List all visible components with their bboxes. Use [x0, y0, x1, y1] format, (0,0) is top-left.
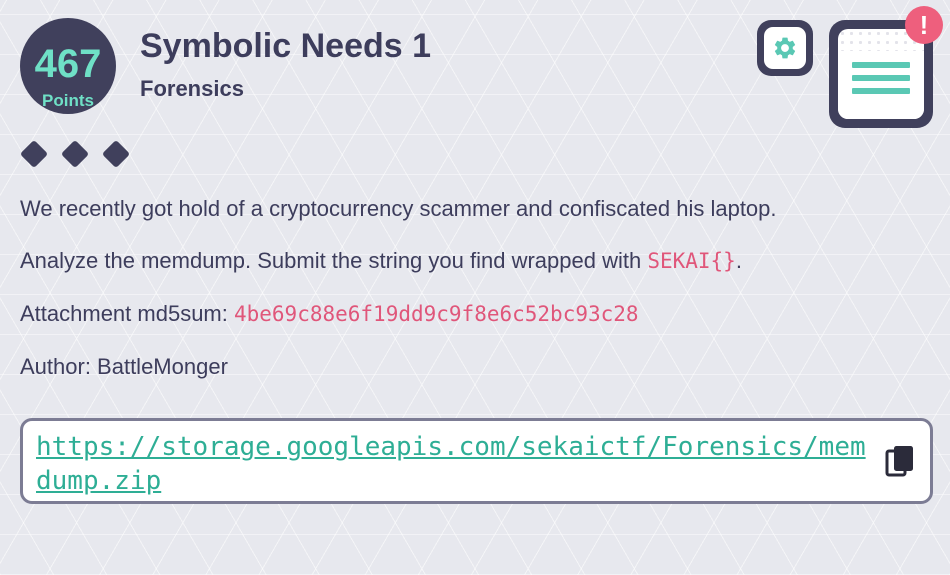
menu-icon: [838, 29, 924, 119]
difficulty-diamond: [60, 139, 90, 169]
points-label: Points: [42, 91, 94, 110]
attachment-link[interactable]: https://storage.googleapis.com/sekaictf/…: [36, 430, 871, 498]
description-text: Analyze the memdump. Submit the string y…: [20, 248, 648, 273]
md5sum-code: 4be69c88e6f19dd9c9f8e6c52bc93c28: [233, 302, 639, 326]
description-text: Attachment md5sum:: [20, 301, 234, 326]
difficulty-diamond: [19, 139, 49, 169]
description-line: Attachment md5sum: 4be69c88e6f19dd9c9f8e…: [20, 300, 639, 328]
copy-icon[interactable]: [885, 445, 915, 479]
description-text: .: [735, 248, 742, 273]
settings-button[interactable]: [757, 20, 813, 76]
challenge-title: Symbolic Needs 1: [140, 27, 432, 65]
points-badge: 467 Points: [20, 18, 116, 114]
menu-icon-line: [852, 75, 910, 81]
flag-format-code: SEKAI{}: [647, 249, 736, 273]
description-line: We recently got hold of a cryptocurrency…: [20, 196, 777, 221]
difficulty-diamond: [101, 139, 131, 169]
settings-button-face: [764, 27, 806, 69]
author-line: Author: BattleMonger: [20, 354, 228, 379]
menu-icon-line: [852, 62, 910, 68]
challenge-category: Forensics: [140, 76, 244, 101]
gear-icon: [774, 37, 796, 59]
points-value: 467: [34, 42, 102, 86]
attachment-box: https://storage.googleapis.com/sekaictf/…: [20, 418, 933, 504]
description-line: Analyze the memdump. Submit the string y…: [20, 247, 742, 275]
notification-badge: !: [905, 6, 943, 44]
menu-icon-line: [852, 88, 910, 94]
